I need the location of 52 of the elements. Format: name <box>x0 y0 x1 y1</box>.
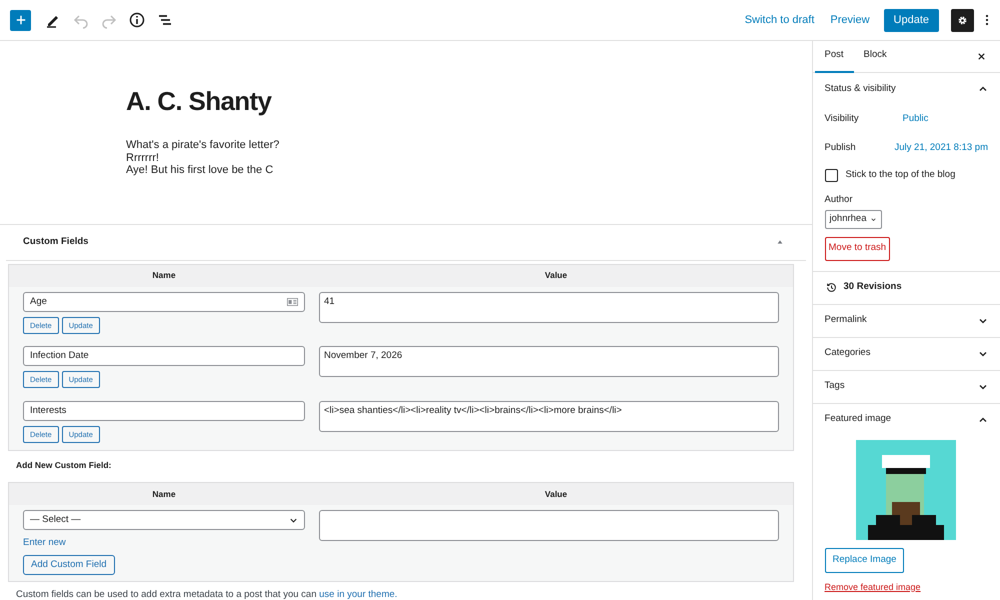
field-value-link[interactable]: Public <box>902 112 928 127</box>
panel-title[interactable]: Permalink <box>824 313 867 328</box>
help-text: Custom fields can be used to add extra metadata to a post that you can use in your theme. <box>16 589 398 600</box>
theme-link[interactable]: use in your theme. <box>319 589 398 600</box>
column-header: Value <box>544 488 568 500</box>
post-title[interactable]: A. C. Shanty <box>126 85 812 117</box>
header-link[interactable]: Preview <box>824 8 876 32</box>
name-input[interactable]: Interests <box>23 400 305 421</box>
field-label: Author <box>824 193 854 208</box>
checkbox[interactable] <box>824 168 838 182</box>
more-options-icon[interactable] <box>984 12 990 28</box>
close-icon[interactable] <box>977 52 986 61</box>
sidebar-tab[interactable]: Block <box>854 40 897 72</box>
revisions-link[interactable]: 30 Revisions <box>844 280 902 295</box>
settings-button[interactable] <box>951 8 974 32</box>
update-button[interactable]: Update <box>884 8 939 32</box>
move-to-trash-button[interactable]: Move to trash <box>824 236 890 260</box>
value-textarea[interactable]: 41 <box>319 292 779 323</box>
column-header: Name <box>151 269 177 282</box>
panel-title[interactable]: Tags <box>824 379 845 394</box>
add-custom-field-button[interactable]: Add Custom Field <box>23 555 115 576</box>
panel-title[interactable]: Categories <box>824 346 870 361</box>
value-textarea[interactable]: November 7, 2026 <box>319 346 779 378</box>
key-select[interactable]: — Select — <box>23 510 305 530</box>
checkbox-label: Stick to the top of the blog <box>846 168 956 182</box>
panel-title[interactable]: Status & visibility <box>824 82 896 96</box>
paragraph-line[interactable]: Aye! But his first love be the C <box>126 164 812 176</box>
settings-icon <box>956 14 969 26</box>
field-label: Publish <box>824 141 857 156</box>
column-header: Value <box>544 269 568 282</box>
replace-image-button[interactable]: Replace Image <box>824 548 904 572</box>
add-block-button[interactable] <box>10 10 31 30</box>
history-icon <box>824 281 838 294</box>
field-label: Visibility <box>824 112 860 126</box>
remove-image-link[interactable]: Remove featured image <box>824 582 921 592</box>
header-link[interactable]: Switch to draft <box>738 8 820 32</box>
name-input[interactable]: Age <box>23 292 305 312</box>
paragraph-line[interactable]: Rrrrrrr! <box>126 152 812 164</box>
info-icon[interactable] <box>127 10 147 30</box>
author-select[interactable]: johnrhea <box>824 210 882 228</box>
enter-new-link[interactable]: Enter new <box>23 536 66 550</box>
section-label: Add New Custom Field: <box>16 459 112 472</box>
column-header: Name <box>151 488 177 500</box>
paragraph-line[interactable]: What's a pirate's favorite letter? <box>126 139 812 152</box>
panel-title[interactable]: Featured image <box>824 412 892 427</box>
field-value-link[interactable]: July 21, 2021 8:13 pm <box>894 141 988 156</box>
panel-title: Custom Fields <box>23 235 88 250</box>
name-input[interactable]: Infection Date <box>23 346 305 366</box>
sidebar-tab[interactable]: Post <box>814 40 854 72</box>
contact-card-icon[interactable] <box>287 298 298 306</box>
value-textarea[interactable] <box>319 510 779 541</box>
value-textarea[interactable]: <li>sea shanties</li><li>reality tv</li><li>brains</li><li>more brains</li> <box>319 400 779 432</box>
